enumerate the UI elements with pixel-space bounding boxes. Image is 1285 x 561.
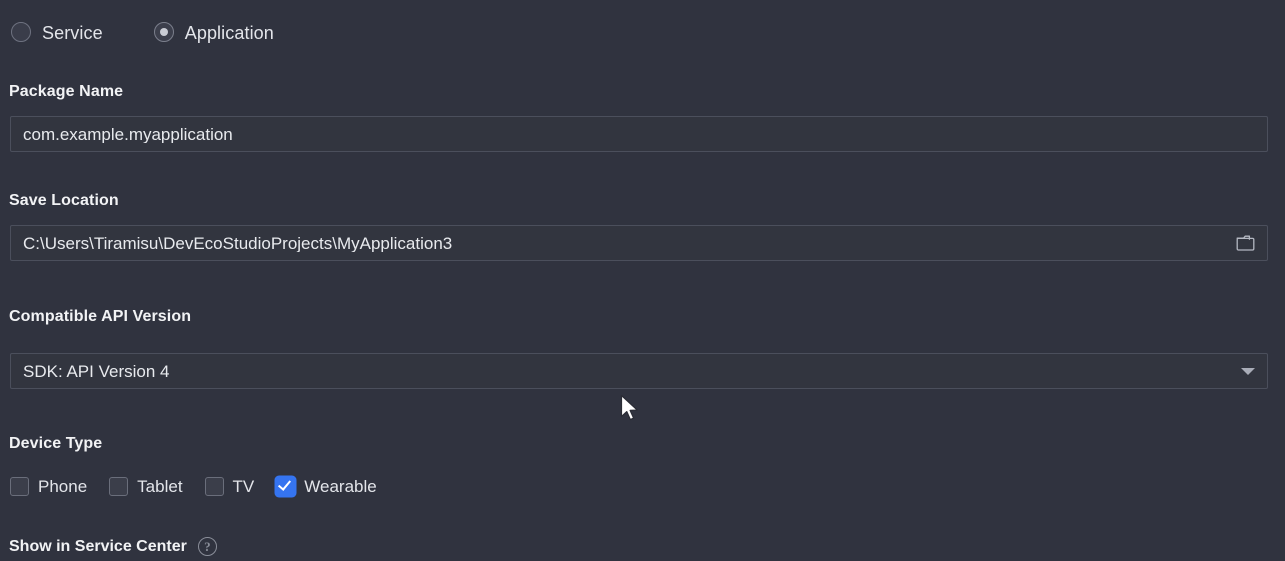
save-location-input[interactable]: C:\Users\Tiramisu\DevEcoStudioProjects\M… bbox=[10, 225, 1268, 261]
checkbox-tablet[interactable]: Tablet bbox=[109, 472, 183, 500]
device-type-label: Device Type bbox=[9, 435, 103, 452]
checkbox-wearable[interactable]: Wearable bbox=[276, 472, 377, 500]
chevron-down-icon[interactable] bbox=[1237, 360, 1259, 382]
package-name-input[interactable]: com.example.myapplication bbox=[10, 116, 1268, 152]
checkbox-tablet-label: Tablet bbox=[137, 476, 183, 496]
compatible-api-version-select[interactable]: SDK: API Version 4 bbox=[10, 353, 1268, 389]
module-type-radio-group: Service Application bbox=[10, 16, 274, 50]
mouse-cursor bbox=[620, 394, 642, 424]
settings-panel: Service Application Package Name com.exa… bbox=[0, 0, 1285, 561]
radio-option-service[interactable]: Service bbox=[10, 16, 103, 50]
compatible-api-version-value: SDK: API Version 4 bbox=[23, 361, 170, 381]
device-type-checkbox-group: Phone Tablet TV Wearable bbox=[10, 472, 377, 500]
radio-option-service-label: Service bbox=[42, 23, 103, 43]
help-icon[interactable]: ? bbox=[197, 537, 217, 556]
package-name-label: Package Name bbox=[9, 83, 124, 100]
radio-circle-icon bbox=[10, 21, 32, 43]
checkbox-tv[interactable]: TV bbox=[204, 472, 255, 500]
radio-option-application-label: Application bbox=[184, 23, 274, 43]
show-in-service-center-label: Show in Service Center bbox=[9, 537, 187, 555]
package-name-value: com.example.myapplication bbox=[23, 125, 233, 143]
show-in-service-center-row: Show in Service Center ? bbox=[9, 532, 217, 561]
radio-circle-selected-icon bbox=[153, 21, 175, 43]
checkbox-phone[interactable]: Phone bbox=[10, 472, 87, 500]
checkbox-unchecked-icon bbox=[10, 476, 29, 496]
checkbox-wearable-label: Wearable bbox=[304, 476, 377, 496]
compatible-api-version-label: Compatible API Version bbox=[9, 308, 192, 325]
checkbox-checked-icon bbox=[276, 476, 296, 496]
folder-icon[interactable] bbox=[1233, 230, 1259, 256]
checkbox-unchecked-icon bbox=[204, 476, 224, 496]
checkbox-phone-label: Phone bbox=[38, 476, 88, 496]
save-location-label: Save Location bbox=[9, 192, 119, 209]
checkbox-unchecked-icon bbox=[109, 476, 129, 496]
save-location-value: C:\Users\Tiramisu\DevEcoStudioProjects\M… bbox=[23, 234, 453, 252]
checkbox-tv-label: TV bbox=[232, 476, 255, 496]
radio-option-application[interactable]: Application bbox=[153, 16, 274, 50]
